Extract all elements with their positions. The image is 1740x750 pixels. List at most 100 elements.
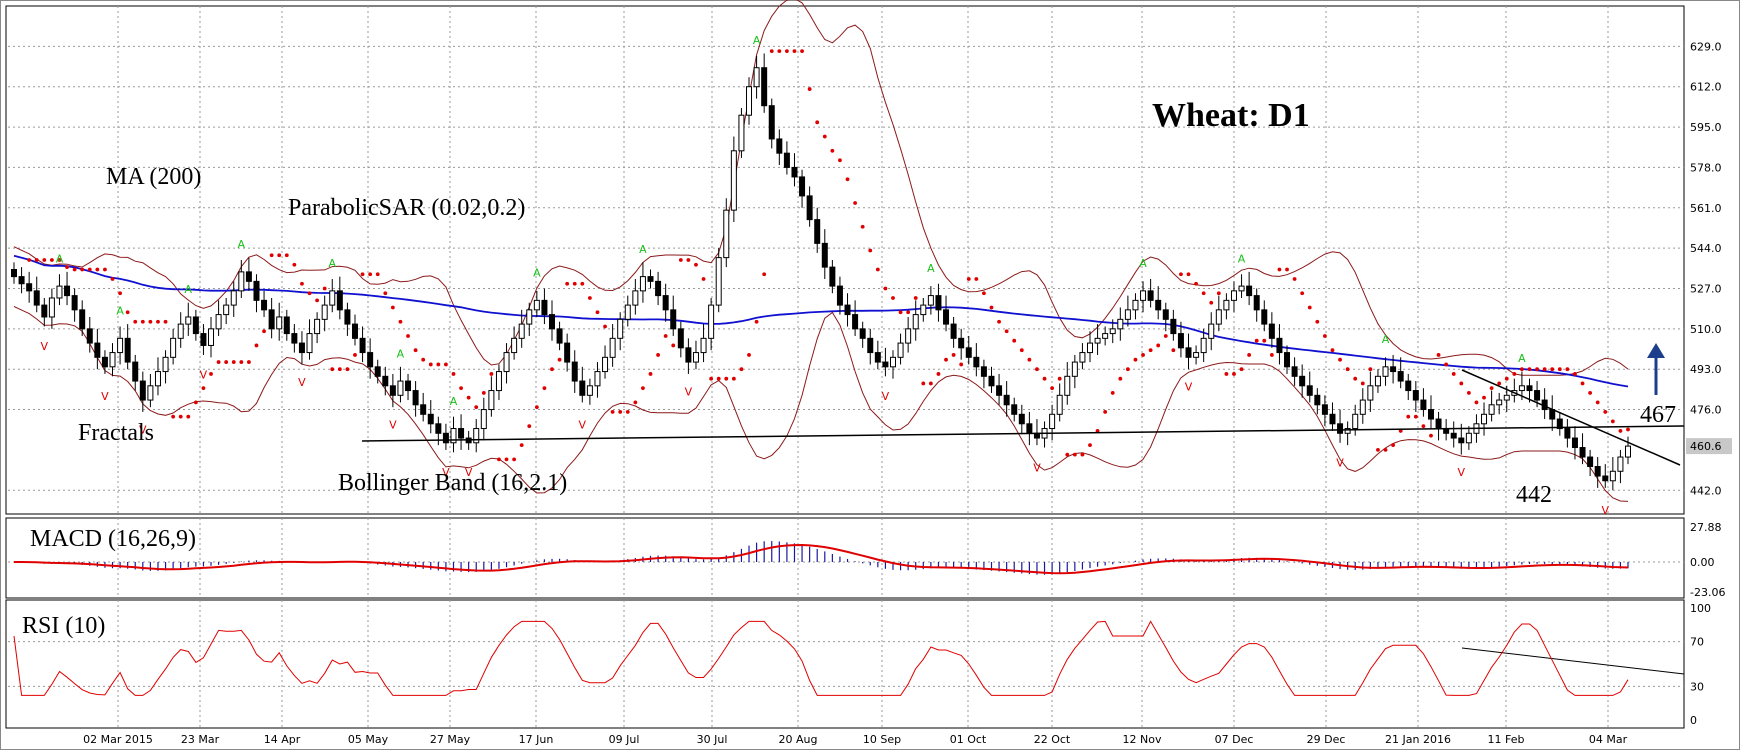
price-tick-label: 493.0 xyxy=(1690,363,1722,376)
psar-dot xyxy=(201,386,206,391)
fractal-up: A xyxy=(328,257,336,270)
psar-dot xyxy=(936,372,941,376)
candle-body xyxy=(1049,413,1056,430)
candle-body xyxy=(791,166,798,178)
candle-body xyxy=(1367,385,1374,401)
psar-dot xyxy=(1330,348,1335,353)
candle-body xyxy=(526,309,533,325)
fractal-up: A xyxy=(116,305,124,318)
psar-dot xyxy=(171,414,176,419)
candle-body xyxy=(746,86,753,116)
rsi-panel xyxy=(5,599,1685,729)
candle-body xyxy=(473,428,480,444)
psar-dot xyxy=(633,400,638,405)
psar-dot xyxy=(512,457,517,462)
candle-body xyxy=(571,361,578,382)
candle-body xyxy=(397,380,404,396)
price-tick-label: 510.0 xyxy=(1690,323,1722,336)
psar-dot xyxy=(1383,448,1388,452)
psar-dot xyxy=(368,272,373,277)
candle-body xyxy=(488,390,495,411)
candle-body xyxy=(1238,285,1245,292)
psar-dot xyxy=(1610,419,1615,424)
candle-body xyxy=(1488,404,1495,415)
candle-body xyxy=(223,304,230,316)
candle-body xyxy=(389,385,396,396)
time-tick-label: 29 Dec xyxy=(1307,733,1346,746)
psar-dot xyxy=(853,201,857,205)
psar-dot xyxy=(928,381,933,386)
psar-dot xyxy=(398,319,403,324)
candle-body xyxy=(109,352,116,368)
psar-dot xyxy=(694,262,698,267)
psar-dot xyxy=(1360,381,1365,386)
macd-panel xyxy=(5,517,1685,599)
candle-body xyxy=(1071,361,1078,377)
candle-body xyxy=(185,316,192,325)
candle-body xyxy=(1094,337,1101,344)
psar-dot xyxy=(1035,367,1039,372)
psar-dot xyxy=(1315,319,1320,324)
psar-dot xyxy=(648,372,653,376)
psar-dot xyxy=(1603,410,1608,414)
psar-dot xyxy=(269,253,274,258)
macd-tick-label: 0.00 xyxy=(1690,556,1715,569)
candle-body xyxy=(1465,432,1472,444)
candle-body xyxy=(94,342,101,358)
candle-body xyxy=(867,337,874,354)
candle-body xyxy=(1458,437,1465,444)
psar-dot xyxy=(709,376,714,381)
candle-body xyxy=(147,385,154,401)
psar-dot xyxy=(822,134,827,139)
psar-dot xyxy=(262,329,266,334)
annotation-442: 442 xyxy=(1516,482,1552,508)
candle-body xyxy=(427,413,434,425)
psar-dot xyxy=(1141,353,1145,357)
candle-body xyxy=(692,352,699,363)
candle-body xyxy=(1337,423,1344,434)
psar-dot xyxy=(1057,376,1062,381)
psar-dot xyxy=(209,372,213,376)
candle-body xyxy=(351,323,358,339)
candle-body xyxy=(215,314,222,330)
candle-body xyxy=(1412,390,1419,401)
candle-body xyxy=(685,347,692,363)
candle-body xyxy=(1079,352,1086,363)
price-tick-label: 442.0 xyxy=(1690,484,1722,497)
rsi-tick-label: 30 xyxy=(1690,680,1704,693)
candle-body xyxy=(374,366,381,377)
psar-dot xyxy=(1194,281,1198,286)
candle-body xyxy=(1359,399,1366,415)
candle-body xyxy=(1284,352,1291,368)
candle-body xyxy=(1230,290,1237,301)
price-tick-label: 612.0 xyxy=(1690,81,1722,94)
candle-body xyxy=(1571,437,1578,449)
psar-dot xyxy=(891,296,895,300)
fractal-up: A xyxy=(927,262,935,275)
time-tick-label: 21 Jan 2016 xyxy=(1385,733,1451,746)
psar-dot xyxy=(231,360,236,364)
candle-body xyxy=(1261,309,1268,325)
candle-body xyxy=(1602,475,1609,482)
candle-body xyxy=(268,309,275,330)
psar-dot xyxy=(383,291,388,296)
candle-body xyxy=(783,152,790,168)
fractal-down: V xyxy=(1185,381,1193,394)
candle-body xyxy=(64,285,71,297)
psar-dot xyxy=(497,457,501,462)
candle-body xyxy=(647,276,654,282)
candle-body xyxy=(1056,394,1063,415)
psar-dot xyxy=(565,281,570,286)
psar-dot xyxy=(1588,391,1593,395)
psar-dot xyxy=(777,49,782,54)
candle-body xyxy=(86,328,93,344)
candle-body xyxy=(154,371,161,387)
candle-body xyxy=(1306,385,1313,396)
candle-body xyxy=(314,318,321,335)
psar-dot xyxy=(1300,291,1305,296)
candle-body xyxy=(1352,413,1359,430)
candle-body xyxy=(124,337,131,363)
candle-body xyxy=(1109,328,1116,335)
psar-dot xyxy=(277,253,282,258)
psar-dot xyxy=(80,267,85,272)
